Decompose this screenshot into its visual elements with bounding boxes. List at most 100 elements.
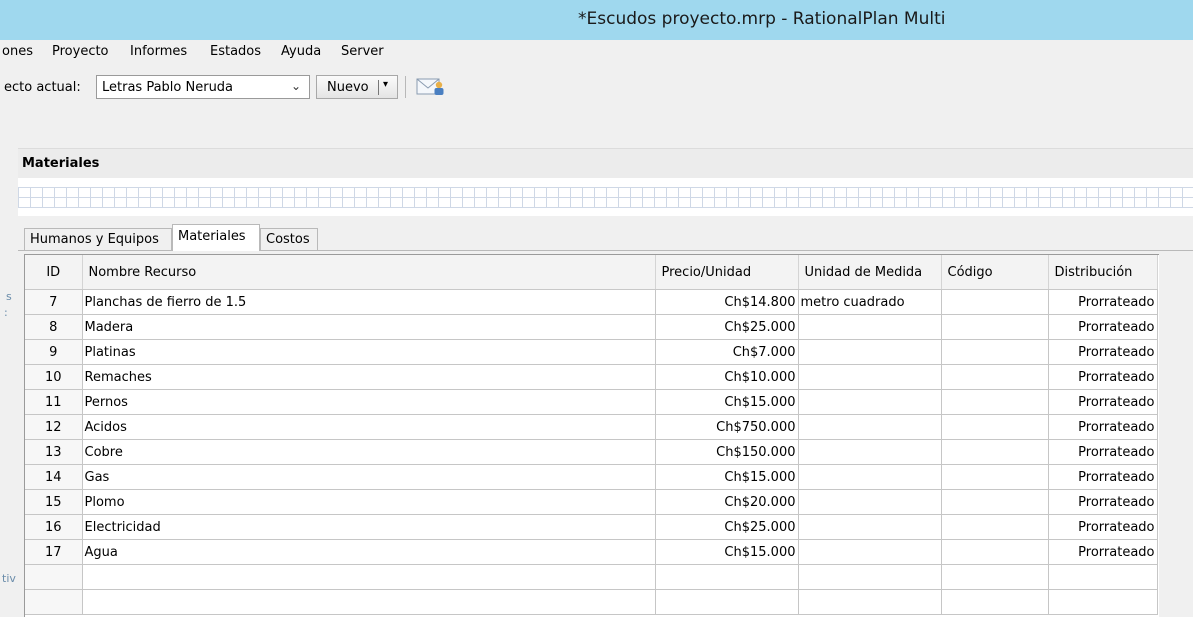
column-header-distribution[interactable]: Distribución xyxy=(1048,255,1158,290)
column-header-id[interactable]: ID xyxy=(25,255,83,290)
cell-name[interactable]: Acidos xyxy=(82,414,656,440)
cell-price[interactable]: Ch$15.000 xyxy=(655,539,799,565)
cell-code[interactable] xyxy=(941,389,1049,415)
cell-distribution[interactable]: Prorrateado xyxy=(1048,289,1158,315)
cell-name[interactable]: Planchas de fierro de 1.5 xyxy=(82,289,656,315)
cell-distribution[interactable]: Prorrateado xyxy=(1048,539,1158,565)
table-row[interactable]: 17 Agua Ch$15.000 Prorrateado xyxy=(25,539,1158,565)
table-row[interactable]: 15 Plomo Ch$20.000 Prorrateado xyxy=(25,489,1158,515)
cell-unit[interactable] xyxy=(798,589,942,615)
menu-opciones[interactable]: ones xyxy=(2,44,33,59)
cell-code[interactable] xyxy=(941,489,1049,515)
cell-price[interactable]: Ch$7.000 xyxy=(655,339,799,365)
table-row-empty[interactable] xyxy=(25,589,1158,615)
menu-informes[interactable]: Informes xyxy=(130,44,187,59)
cell-id[interactable]: 7 xyxy=(25,289,83,315)
cell-name[interactable] xyxy=(82,589,656,615)
cell-code[interactable] xyxy=(941,364,1049,390)
column-header-unit[interactable]: Unidad de Medida xyxy=(798,255,942,290)
cell-id[interactable] xyxy=(25,589,83,615)
cell-distribution[interactable]: Prorrateado xyxy=(1048,339,1158,365)
cell-price[interactable] xyxy=(655,564,799,590)
cell-code[interactable] xyxy=(941,539,1049,565)
cell-distribution[interactable]: Prorrateado xyxy=(1048,364,1158,390)
cell-name[interactable]: Cobre xyxy=(82,439,656,465)
menu-ayuda[interactable]: Ayuda xyxy=(281,44,321,59)
cell-unit[interactable] xyxy=(798,539,942,565)
menu-server[interactable]: Server xyxy=(341,44,384,59)
table-row[interactable]: 14 Gas Ch$15.000 Prorrateado xyxy=(25,464,1158,490)
cell-distribution[interactable] xyxy=(1048,564,1158,590)
cell-id[interactable]: 17 xyxy=(25,539,83,565)
table-row-empty[interactable] xyxy=(25,564,1158,590)
cell-distribution[interactable]: Prorrateado xyxy=(1048,389,1158,415)
new-button[interactable]: Nuevo ▾ xyxy=(316,75,398,99)
table-row[interactable]: 11 Pernos Ch$15.000 Prorrateado xyxy=(25,389,1158,415)
cell-id[interactable]: 8 xyxy=(25,314,83,340)
column-header-name[interactable]: Nombre Recurso xyxy=(82,255,656,290)
cell-id[interactable]: 15 xyxy=(25,489,83,515)
cell-name[interactable]: Remaches xyxy=(82,364,656,390)
cell-price[interactable]: Ch$750.000 xyxy=(655,414,799,440)
table-row[interactable]: 9 Platinas Ch$7.000 Prorrateado xyxy=(25,339,1158,365)
cell-name[interactable]: Gas xyxy=(82,464,656,490)
cell-price[interactable]: Ch$150.000 xyxy=(655,439,799,465)
cell-id[interactable]: 9 xyxy=(25,339,83,365)
cell-id[interactable]: 16 xyxy=(25,514,83,540)
cell-code[interactable] xyxy=(941,439,1049,465)
cell-unit[interactable] xyxy=(798,339,942,365)
menu-estados[interactable]: Estados xyxy=(210,44,261,59)
cell-code[interactable] xyxy=(941,564,1049,590)
cell-price[interactable]: Ch$25.000 xyxy=(655,314,799,340)
cell-price[interactable]: Ch$20.000 xyxy=(655,489,799,515)
table-row[interactable]: 8 Madera Ch$25.000 Prorrateado xyxy=(25,314,1158,340)
cell-unit[interactable] xyxy=(798,314,942,340)
cell-id[interactable]: 12 xyxy=(25,414,83,440)
column-header-code[interactable]: Código xyxy=(941,255,1049,290)
cell-price[interactable] xyxy=(655,589,799,615)
tab-costos[interactable]: Costos xyxy=(260,228,318,250)
cell-unit[interactable] xyxy=(798,489,942,515)
cell-unit[interactable] xyxy=(798,464,942,490)
cell-distribution[interactable]: Prorrateado xyxy=(1048,414,1158,440)
table-row[interactable]: 13 Cobre Ch$150.000 Prorrateado xyxy=(25,439,1158,465)
cell-distribution[interactable]: Prorrateado xyxy=(1048,464,1158,490)
table-row[interactable]: 10 Remaches Ch$10.000 Prorrateado xyxy=(25,364,1158,390)
table-row[interactable]: 12 Acidos Ch$750.000 Prorrateado xyxy=(25,414,1158,440)
cell-code[interactable] xyxy=(941,289,1049,315)
cell-id[interactable]: 13 xyxy=(25,439,83,465)
cell-name[interactable]: Pernos xyxy=(82,389,656,415)
cell-distribution[interactable]: Prorrateado xyxy=(1048,439,1158,465)
cell-code[interactable] xyxy=(941,414,1049,440)
column-header-price[interactable]: Precio/Unidad xyxy=(655,255,799,290)
cell-id[interactable]: 14 xyxy=(25,464,83,490)
tab-humanos-equipos[interactable]: Humanos y Equipos xyxy=(24,228,172,250)
cell-id[interactable]: 10 xyxy=(25,364,83,390)
table-row[interactable]: 16 Electricidad Ch$25.000 Prorrateado xyxy=(25,514,1158,540)
dropdown-arrow-icon[interactable]: ▾ xyxy=(383,79,388,90)
cell-price[interactable]: Ch$14.800 xyxy=(655,289,799,315)
cell-code[interactable] xyxy=(941,314,1049,340)
cell-name[interactable]: Plomo xyxy=(82,489,656,515)
cell-distribution[interactable] xyxy=(1048,589,1158,615)
cell-name[interactable] xyxy=(82,564,656,590)
cell-price[interactable]: Ch$15.000 xyxy=(655,389,799,415)
cell-unit[interactable] xyxy=(798,364,942,390)
current-project-select[interactable]: Letras Pablo Neruda ⌄ xyxy=(96,75,310,99)
mail-contact-icon[interactable] xyxy=(416,77,446,97)
cell-distribution[interactable]: Prorrateado xyxy=(1048,314,1158,340)
cell-unit[interactable] xyxy=(798,514,942,540)
cell-code[interactable] xyxy=(941,589,1049,615)
cell-unit[interactable] xyxy=(798,414,942,440)
cell-code[interactable] xyxy=(941,339,1049,365)
cell-id[interactable] xyxy=(25,564,83,590)
tab-materiales[interactable]: Materiales xyxy=(172,224,260,251)
cell-price[interactable]: Ch$25.000 xyxy=(655,514,799,540)
cell-unit[interactable]: metro cuadrado xyxy=(798,289,942,315)
cell-code[interactable] xyxy=(941,464,1049,490)
cell-id[interactable]: 11 xyxy=(25,389,83,415)
table-row[interactable]: 7 Planchas de fierro de 1.5 Ch$14.800 metro… xyxy=(25,289,1158,315)
cell-unit[interactable] xyxy=(798,389,942,415)
cell-price[interactable]: Ch$10.000 xyxy=(655,364,799,390)
cell-price[interactable]: Ch$15.000 xyxy=(655,464,799,490)
